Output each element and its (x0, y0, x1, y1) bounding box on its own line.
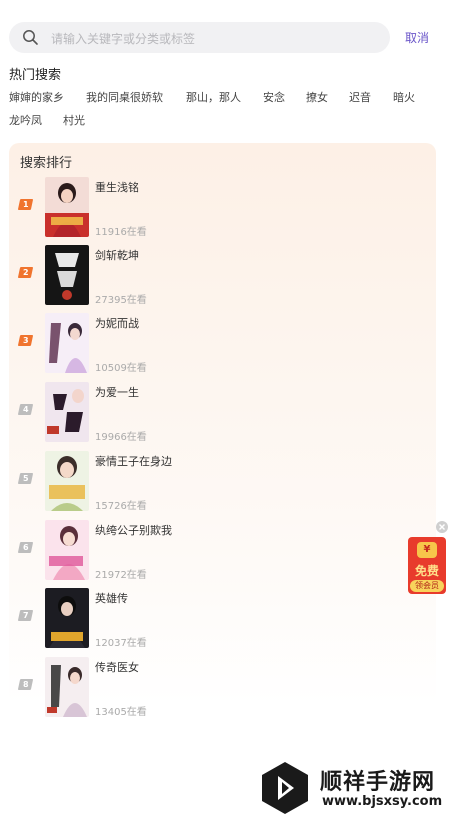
book-cover (45, 382, 89, 442)
cancel-button[interactable]: 取消 (405, 29, 429, 46)
book-title: 纨绔公子别欺我 (95, 524, 172, 537)
close-icon[interactable] (436, 521, 448, 533)
book-readers: 12037在看 (95, 638, 147, 649)
hot-tag[interactable]: 婶婶的家乡 (9, 89, 64, 105)
watermark: 顺祥手游网 www.bjsxsy.com (258, 760, 453, 816)
search-input[interactable] (49, 22, 383, 55)
book-readers: 11916在看 (95, 227, 147, 238)
ad-vip-label: 领会员 (410, 580, 444, 592)
hot-search-title: 热门搜索 (9, 68, 62, 83)
rank-badge: 6 (17, 542, 34, 553)
book-readers: 21972在看 (95, 570, 147, 581)
hot-tag[interactable]: 安念 (263, 89, 285, 105)
ranking-title: 搜索排行 (20, 156, 73, 171)
rank-badge: 2 (17, 267, 34, 278)
ranking-item[interactable]: 5 豪情王子在身边 15726在看 (9, 451, 436, 515)
book-cover (45, 588, 89, 648)
rank-badge: 1 (17, 199, 34, 210)
book-cover (45, 657, 89, 717)
watermark-name: 顺祥手游网 (320, 770, 436, 795)
book-readers: 10509在看 (95, 363, 147, 374)
book-cover (45, 520, 89, 580)
ranking-item[interactable]: 7 英雄传 12037在看 (9, 588, 436, 652)
ranking-item[interactable]: 1 重生浅铭 11916在看 (9, 177, 436, 241)
book-title: 为爱一生 (95, 386, 139, 399)
book-readers: 15726在看 (95, 501, 147, 512)
hot-tag[interactable]: 迟音 (349, 89, 371, 105)
search-ranking-panel: 搜索排行 1 重生浅铭 11916在看 2 剑斩乾坤 27395在看 3 为妮而… (9, 143, 436, 718)
ranking-item[interactable]: 4 为爱一生 19966在看 (9, 382, 436, 446)
hot-tag[interactable]: 撩女 (306, 89, 328, 105)
book-cover (45, 313, 89, 373)
book-cover (45, 451, 89, 511)
coin-icon: ¥ (417, 542, 437, 558)
hot-tag[interactable]: 村光 (63, 112, 85, 128)
ad-free-label: 免费 (414, 564, 439, 578)
free-vip-ad[interactable]: ¥ 免费 领会员 (408, 537, 446, 594)
book-cover (45, 245, 89, 305)
book-title: 豪情王子在身边 (95, 455, 172, 468)
rank-badge: 7 (17, 610, 34, 621)
site-logo-icon (262, 762, 308, 814)
ranking-item[interactable]: 3 为妮而战 10509在看 (9, 313, 436, 377)
hot-tag[interactable]: 那山，那人 (186, 89, 241, 105)
book-readers: 19966在看 (95, 432, 147, 443)
rank-badge: 5 (17, 473, 34, 484)
book-title: 英雄传 (95, 592, 128, 605)
book-readers: 27395在看 (95, 295, 147, 306)
hot-tag[interactable]: 我的同桌很娇软 (86, 89, 163, 105)
hot-tag[interactable]: 龙吟凤 (9, 112, 42, 128)
ranking-item[interactable]: 8 传奇医女 13405在看 (9, 657, 436, 721)
hot-tag[interactable]: 暗火 (393, 89, 415, 105)
book-title: 重生浅铭 (95, 181, 139, 194)
rank-badge: 8 (17, 679, 34, 690)
book-readers: 13405在看 (95, 707, 147, 718)
book-cover (45, 177, 89, 237)
book-title: 为妮而战 (95, 317, 139, 330)
book-title: 传奇医女 (95, 661, 139, 674)
rank-badge: 3 (17, 335, 34, 346)
rank-badge: 4 (17, 404, 34, 415)
watermark-url: www.bjsxsy.com (322, 794, 443, 809)
book-title: 剑斩乾坤 (95, 249, 139, 262)
search-icon (23, 30, 38, 45)
search-bar (9, 22, 390, 55)
ranking-item[interactable]: 2 剑斩乾坤 27395在看 (9, 245, 436, 309)
ranking-item[interactable]: 6 纨绔公子别欺我 21972在看 (9, 520, 436, 584)
